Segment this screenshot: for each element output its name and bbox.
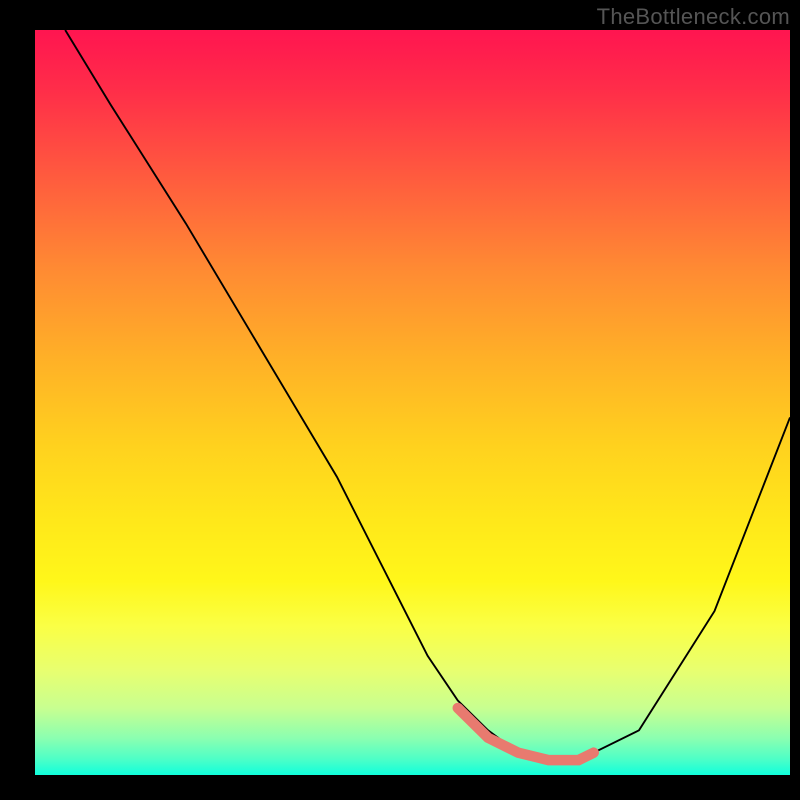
chart-svg (35, 30, 790, 775)
curve-path (65, 30, 790, 760)
chart-area (35, 30, 790, 775)
watermark-text: TheBottleneck.com (597, 4, 790, 30)
highlight-path (458, 708, 594, 760)
